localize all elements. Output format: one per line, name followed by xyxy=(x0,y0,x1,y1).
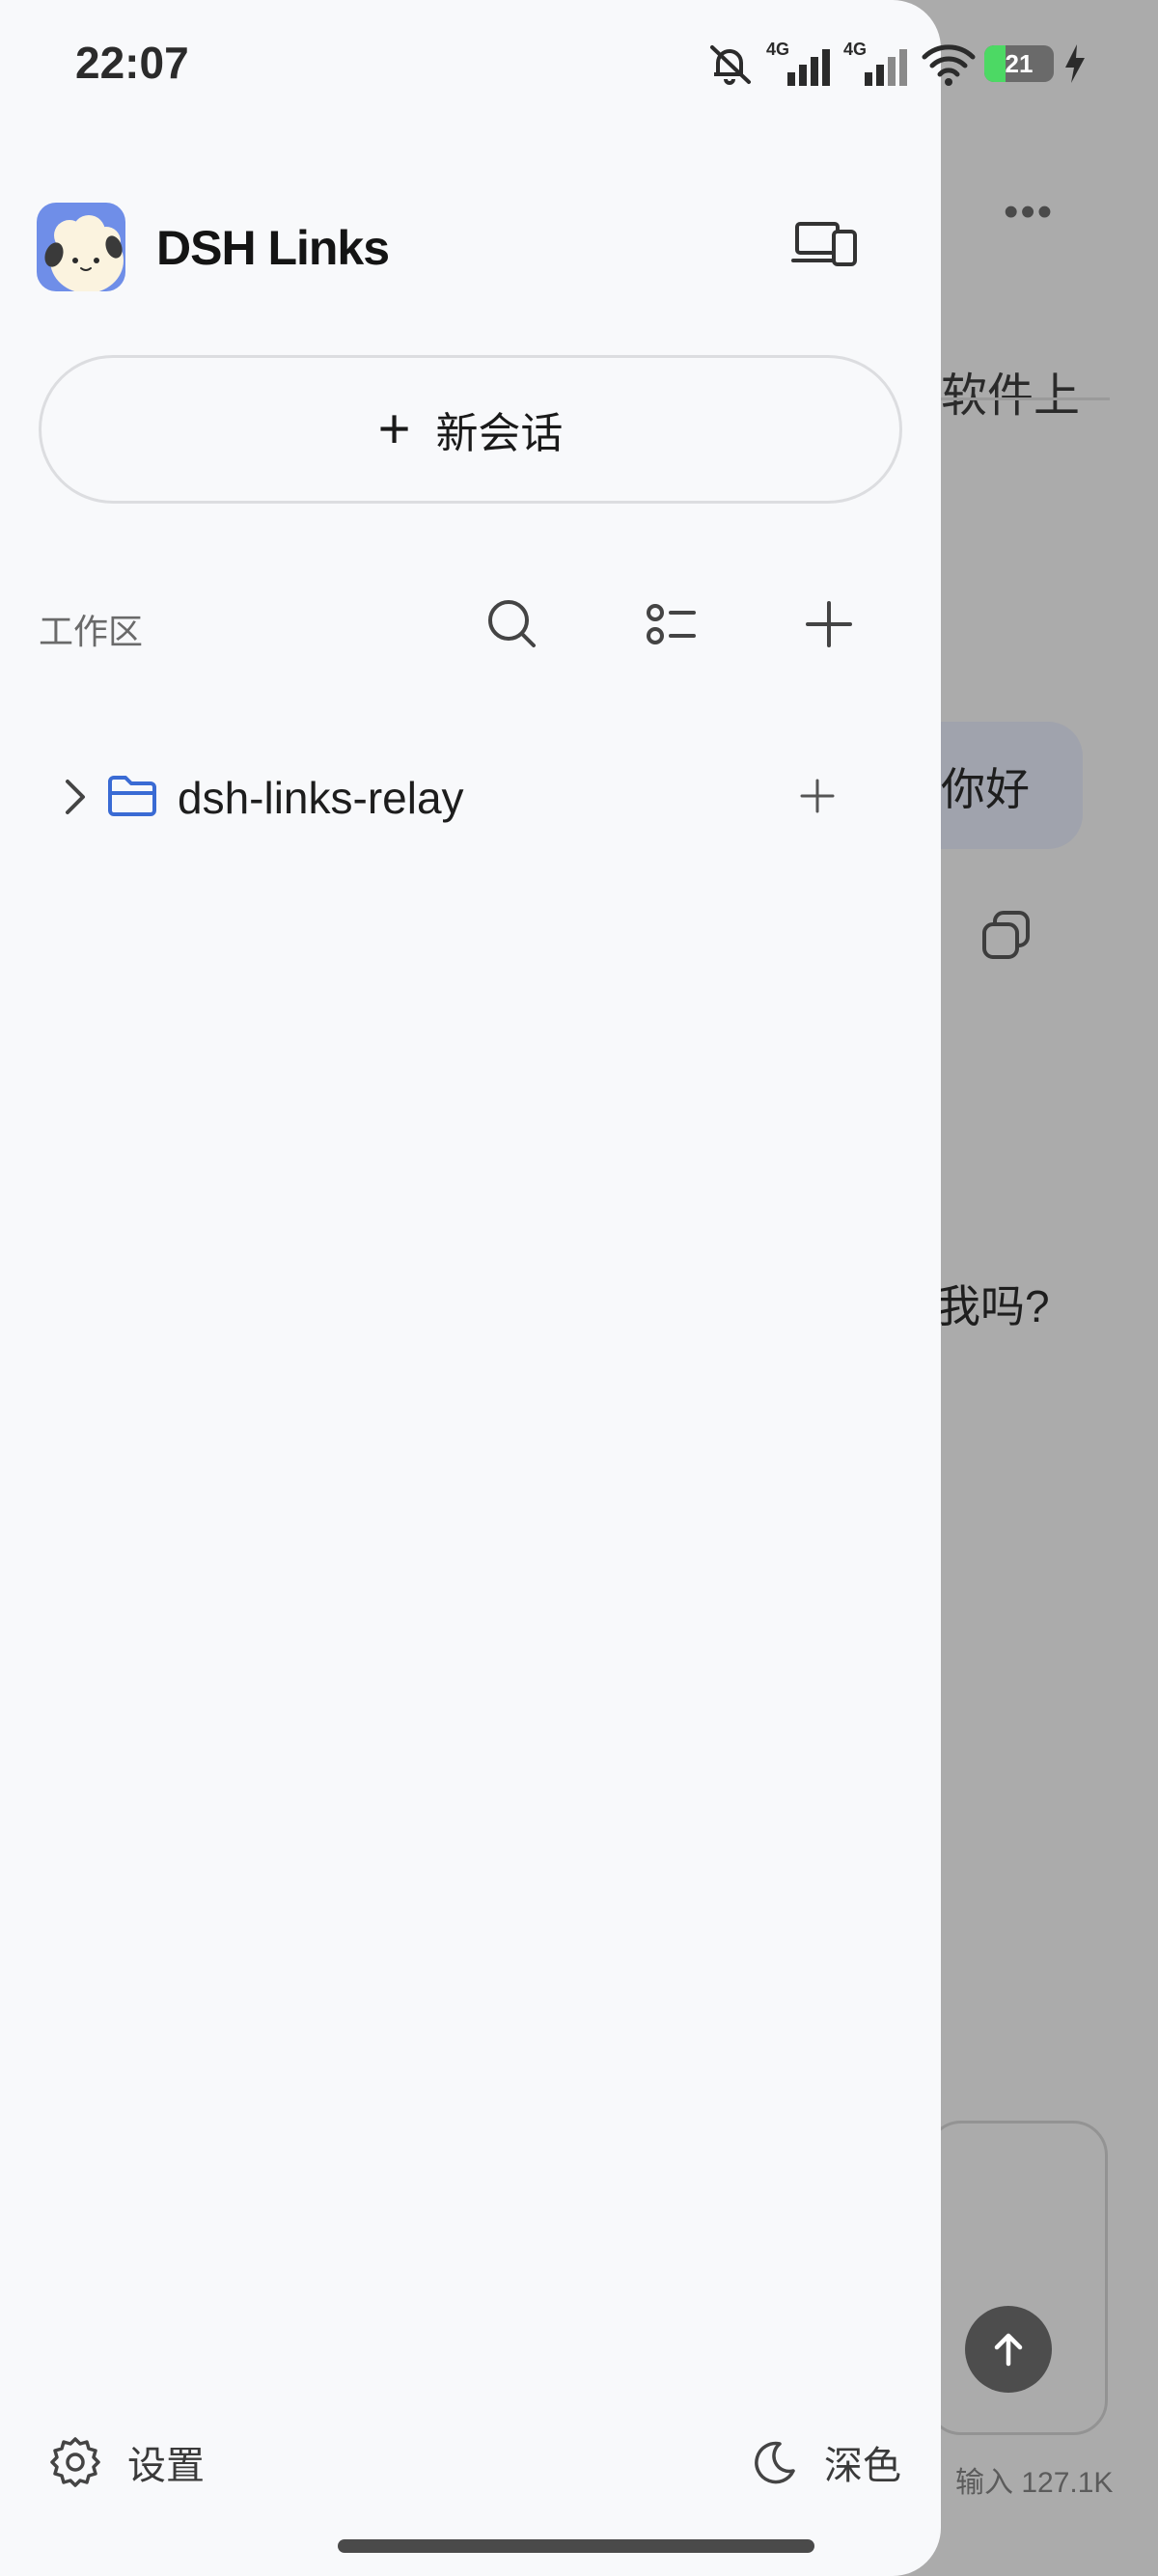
home-indicator[interactable] xyxy=(338,2539,814,2553)
mute-bell-icon xyxy=(710,45,751,85)
signal-icon: 4G xyxy=(766,38,836,90)
status-icons: 4G 4G 21 xyxy=(703,35,1089,93)
arrow-up-icon xyxy=(994,2333,1023,2367)
network-type-2: 4G xyxy=(843,40,868,59)
gear-icon xyxy=(50,2437,100,2487)
moon-icon xyxy=(755,2441,795,2484)
send-button[interactable] xyxy=(965,2306,1052,2393)
bg-divider xyxy=(941,397,1110,400)
list-icon xyxy=(647,604,696,644)
battery-icon: 21 xyxy=(984,45,1054,82)
devices-icon[interactable] xyxy=(791,214,861,276)
search-icon xyxy=(488,600,536,647)
new-chat-button[interactable]: + 新会话 xyxy=(39,355,902,504)
folder-name: dsh-links-relay xyxy=(178,773,464,823)
navigation-drawer: DSH Links + 新会话 工作区 dsh-links-relay 设置 深… xyxy=(0,0,941,2576)
battery-level: 21 xyxy=(1005,49,1034,78)
more-icon[interactable]: ••• xyxy=(1004,191,1062,233)
folder-icon xyxy=(108,776,156,816)
dark-mode-toggle[interactable]: 深色 xyxy=(751,2433,901,2491)
dark-mode-label: 深色 xyxy=(824,2445,901,2487)
workspace-heading: 工作区 xyxy=(39,612,144,651)
workspace-add-button[interactable] xyxy=(795,590,863,658)
app-title: DSH Links xyxy=(156,221,390,275)
settings-label: 设置 xyxy=(127,2445,205,2487)
bg-message-text: 软件上 xyxy=(941,370,1081,422)
status-time: 22:07 xyxy=(75,38,189,88)
network-type-1: 4G xyxy=(766,40,790,59)
workspace-folder-row[interactable]: dsh-links-relay xyxy=(39,753,888,839)
copy-icon[interactable] xyxy=(979,909,1034,963)
signal-icon: 4G xyxy=(843,38,913,90)
folder-add-chat-button[interactable] xyxy=(791,770,843,822)
status-bar: 22:07 4G 4G 21 xyxy=(0,0,1158,135)
charging-icon xyxy=(1065,44,1085,83)
input-token-stats: 输入 127.1K xyxy=(955,2467,1114,2499)
sheep-logo-icon xyxy=(44,215,124,291)
chevron-right-icon[interactable] xyxy=(58,776,93,818)
plus-icon xyxy=(800,779,835,813)
plus-icon xyxy=(806,601,852,647)
workspace-search-button[interactable] xyxy=(479,590,546,658)
assistant-message-text: 我吗? xyxy=(936,1281,1050,1331)
user-message-text: 你好 xyxy=(941,764,1030,814)
workspace-list-button[interactable] xyxy=(639,590,706,658)
new-chat-label: 新会话 xyxy=(435,410,564,457)
wifi-icon xyxy=(922,44,976,86)
settings-button[interactable]: 设置 xyxy=(48,2433,205,2491)
plus-icon: + xyxy=(377,397,411,460)
app-logo xyxy=(37,203,125,291)
